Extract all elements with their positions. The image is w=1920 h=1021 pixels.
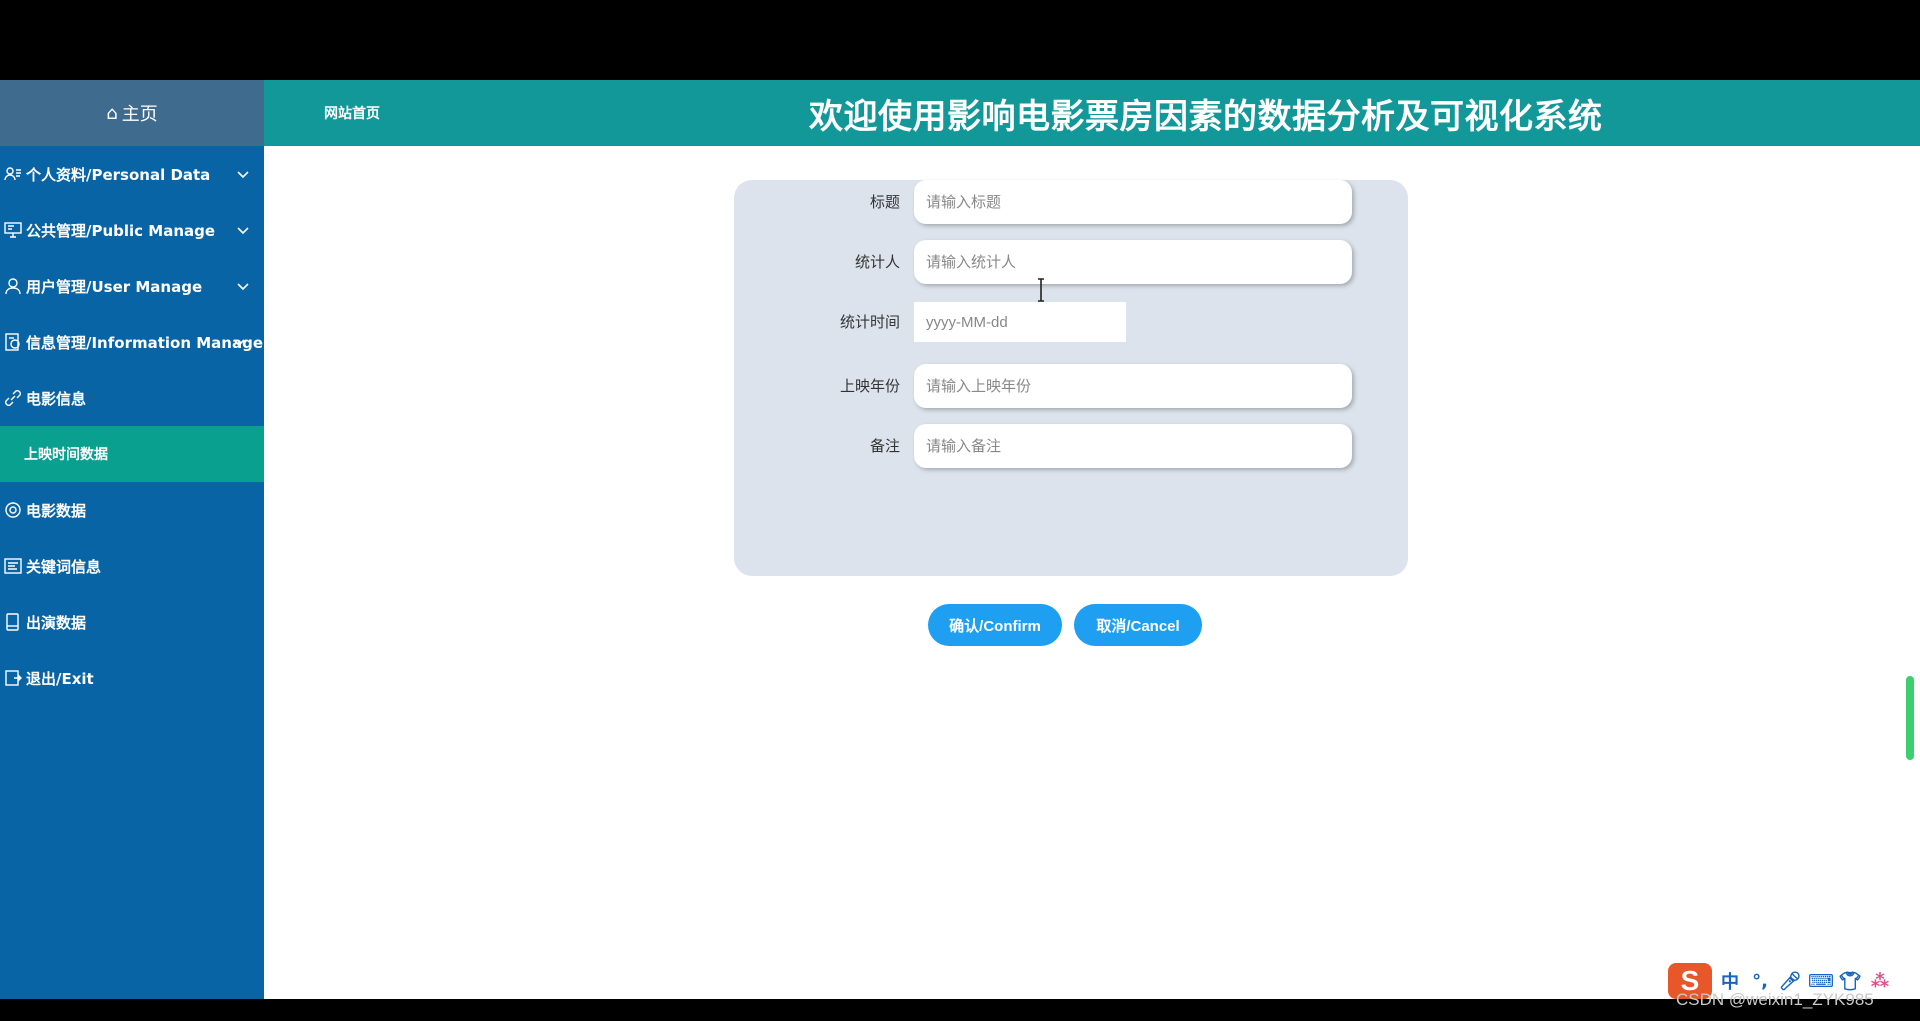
skin-shirt-icon[interactable]: 👕︎ [1838,971,1862,992]
form-card: 标题 统计人 统计时间 上映年份 备注 确认/Confirm 取消/Cancel [734,180,1408,646]
monitor-icon [2,221,24,239]
form-row-stat-time: 统计时间 [734,300,1408,344]
stat-time-date-input[interactable] [914,302,1126,342]
sidebar-item-label: 关键词信息 [26,557,102,576]
list-doc-icon [2,557,24,575]
sidebar: ⌂ 主页 个人资料/Personal Data 公共管理/Public Mana… [0,80,264,999]
sidebar-item-information-manage[interactable]: 信息管理/Information Manage [0,314,264,370]
release-year-input[interactable] [914,364,1352,408]
sidebar-item-movie-data[interactable]: 电影数据 [0,482,264,538]
microphone-icon[interactable]: 🎤︎ [1778,971,1802,992]
field-label: 备注 [869,437,900,455]
info-doc-icon [2,333,24,351]
field-label: 上映年份 [839,377,900,395]
chevron-down-icon [233,339,245,347]
sidebar-item-label: 出演数据 [26,613,87,632]
page-title: 欢迎使用影响电影票房因素的数据分析及可视化系统 [809,96,1603,137]
form-row-remarks: 备注 [734,424,1408,468]
sidebar-item-exit[interactable]: 退出/Exit [0,650,264,706]
sidebar-item-label: 上映时间数据 [24,447,108,463]
confirm-button[interactable]: 确认/Confirm [928,604,1062,646]
watermark: CSDN @weixin1_ZYK985 [1676,990,1874,1009]
chevron-down-icon [237,227,249,235]
gear-circle-icon [2,501,24,519]
apps-grid-icon[interactable]: ⁂ [1868,971,1892,992]
chevron-down-icon [237,283,249,291]
keyboard-icon[interactable]: ⌨ [1808,971,1834,992]
text-cursor-icon [1038,278,1044,302]
home-icon: ⌂ [106,102,118,124]
field-label: 统计人 [854,253,900,271]
sidebar-item-label: 电影信息 [26,389,87,408]
field-label: 统计时间 [839,313,900,331]
title-input[interactable] [914,180,1352,224]
link-icon [2,389,24,407]
sidebar-item-release-time-data[interactable]: 上映时间数据 [0,426,264,482]
tablet-icon [2,613,24,631]
sidebar-item-movie-info[interactable]: 电影信息 [0,370,264,426]
sidebar-item-label: 电影数据 [26,501,87,520]
remarks-input[interactable] [914,424,1352,468]
sidebar-item-label: 公共管理/Public Manage [26,221,216,240]
sidebar-item-label: 退出/Exit [26,669,94,688]
sidebar-item-label: 信息管理/Information Manage [26,333,263,352]
field-label: 标题 [869,193,900,211]
punctuation-icon[interactable]: °, [1748,971,1772,992]
app-window: ⌂ 主页 个人资料/Personal Data 公共管理/Public Mana… [0,80,1920,999]
sidebar-item-user-manage[interactable]: 用户管理/User Manage [0,258,264,314]
user-card-icon [2,165,24,183]
sidebar-item-keyword-info[interactable]: 关键词信息 [0,538,264,594]
sidebar-item-label: 个人资料/Personal Data [26,165,211,184]
top-header: 网站首页 欢迎使用影响电影票房因素的数据分析及可视化系统 [264,80,1920,146]
exit-icon [2,669,24,687]
home-label: 主页 [121,104,158,125]
form-row-title: 标题 [734,180,1408,224]
website-home-link[interactable]: 网站首页 [324,80,380,146]
scrollbar-thumb[interactable] [1906,676,1914,760]
sidebar-item-personal-data[interactable]: 个人资料/Personal Data [0,146,264,202]
sidebar-item-label: 用户管理/User Manage [26,277,203,296]
user-icon [2,277,24,295]
chevron-down-icon [237,171,249,179]
sidebar-item-public-manage[interactable]: 公共管理/Public Manage [0,202,264,258]
form-row-release-year: 上映年份 [734,364,1408,408]
home-button[interactable]: ⌂ 主页 [0,80,264,146]
cancel-button[interactable]: 取消/Cancel [1074,604,1202,646]
sidebar-item-appearance-data[interactable]: 出演数据 [0,594,264,650]
form-row-statistician: 统计人 [734,240,1408,284]
statistician-input[interactable] [914,240,1352,284]
